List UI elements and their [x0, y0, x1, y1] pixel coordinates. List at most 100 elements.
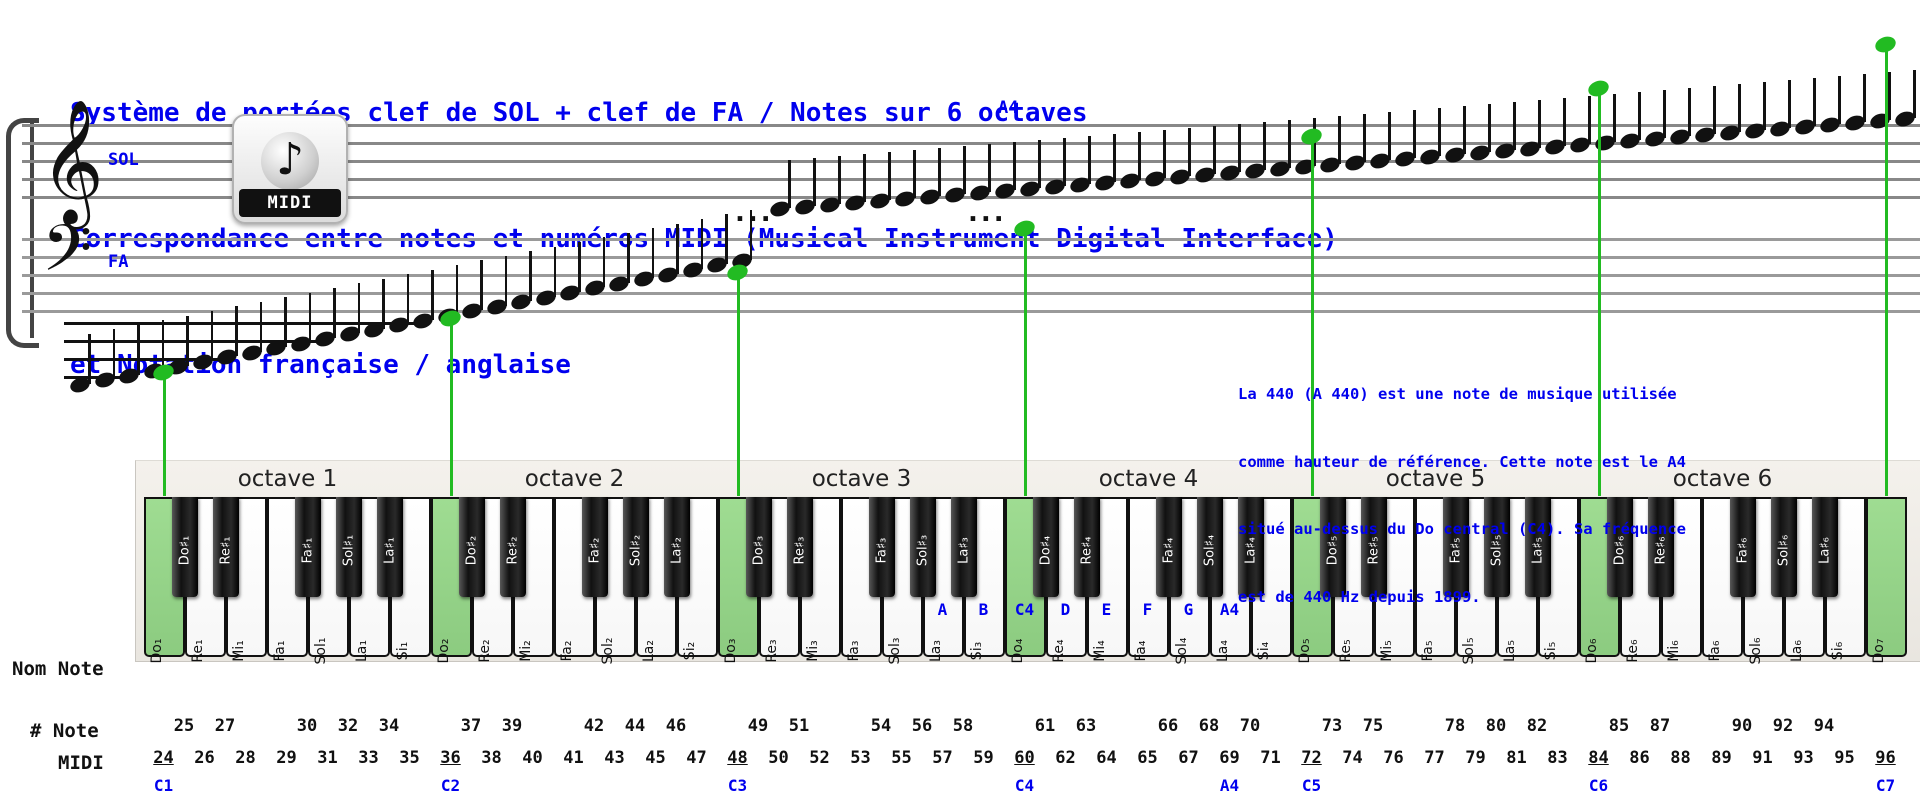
midi-note-number: 43 [604, 748, 625, 768]
white-key-label: Sol₅ [1460, 637, 1477, 665]
black-key[interactable]: Sol♯₂ [623, 497, 649, 597]
white-key-label: Mi₁ [230, 640, 247, 662]
black-key[interactable]: Do♯₃ [746, 497, 772, 597]
octave-c-marker: C3 [727, 776, 748, 795]
staff-note-stem [308, 292, 311, 343]
black-key[interactable]: La♯₂ [664, 497, 690, 597]
midi-note-number: 33 [358, 748, 379, 768]
white-key-label: Do₃ [722, 638, 739, 664]
white-key-label: Re₄ [1050, 639, 1067, 663]
staff-note-stem [161, 320, 164, 371]
black-key[interactable]: Sol♯₁ [336, 497, 362, 597]
white-key-label: Si₄ [1255, 641, 1272, 661]
octave-band-label: octave 2 [524, 466, 625, 492]
staff-note-stem [1563, 98, 1566, 146]
staff-note-stem [1913, 70, 1916, 118]
white-key-label: La₂ [640, 640, 657, 662]
white-key-label: Si₅ [1542, 641, 1559, 661]
black-key[interactable]: Fa♯₁ [295, 497, 321, 597]
sharp-note-number: 30 [296, 716, 318, 736]
midi-note-number: 59 [973, 748, 994, 768]
midi-note-number: 67 [1178, 748, 1199, 768]
black-key[interactable]: Re♯₃ [787, 497, 813, 597]
midi-note-number: 89 [1711, 748, 1732, 768]
sharp-note-number: 34 [378, 716, 400, 736]
staff-note-stem [259, 301, 262, 352]
black-key-label: La♯₆ [1817, 537, 1833, 564]
midi-note-number: 83 [1547, 748, 1568, 768]
black-key[interactable]: Fa♯₆ [1730, 497, 1756, 597]
staff-note-stem [1263, 122, 1266, 170]
black-key[interactable]: Sol♯₄ [1197, 497, 1223, 597]
black-key-label: La♯₁ [382, 537, 398, 564]
staff-note-stem [1763, 82, 1766, 130]
staff-note-stem [1138, 132, 1141, 180]
white-key[interactable]: Do₇ [1866, 497, 1907, 663]
nom-note-row-label: Nom Note [12, 658, 104, 680]
black-key[interactable]: Re♯₂ [500, 497, 526, 597]
staff-note-stem [1113, 134, 1116, 182]
black-key[interactable]: Sol♯₆ [1771, 497, 1797, 597]
white-key-label: Sol₆ [1747, 637, 1764, 665]
black-key[interactable]: Fa♯₂ [582, 497, 608, 597]
sharp-note-number: 90 [1731, 716, 1753, 736]
ellipsis-left: ... [735, 198, 774, 228]
staff-note-stem [888, 152, 891, 200]
white-key-label: Sol₁ [312, 637, 329, 665]
staff-note-stem [602, 237, 605, 288]
midi-row-label: MIDI [58, 752, 104, 774]
english-note-label: E [1101, 600, 1112, 619]
bass-staff-line [22, 274, 1920, 277]
staff-note-stem [813, 158, 816, 206]
black-key[interactable]: La♯₃ [951, 497, 977, 597]
staff-note-stem [1838, 76, 1841, 124]
staff-note-stem [749, 209, 752, 260]
staff-note-stem [1738, 84, 1741, 132]
a4-staff-label: A4 [998, 98, 1019, 118]
black-key[interactable]: La♯₆ [1812, 497, 1838, 597]
sharp-note-number: 54 [870, 716, 892, 736]
black-key[interactable]: Do♯₁ [172, 497, 198, 597]
black-key-label: La♯₃ [956, 537, 972, 564]
midi-note-number: 60 [1014, 748, 1035, 768]
octave-c-marker: C1 [153, 776, 174, 795]
white-key-label: La₄ [1214, 640, 1231, 662]
sharp-note-number: 32 [337, 716, 359, 736]
ellipsis-right: ... [968, 198, 1007, 228]
white-key-label: Si₆ [1829, 641, 1846, 661]
black-key[interactable]: Do♯₂ [459, 497, 485, 597]
black-key[interactable]: Re♯₁ [213, 497, 239, 597]
black-key-label: Sol♯₂ [628, 534, 644, 567]
staff-note-stem [357, 283, 360, 334]
octave-band-label: octave 1 [237, 466, 338, 492]
midi-note-number: 65 [1137, 748, 1158, 768]
black-key[interactable]: Re♯₄ [1074, 497, 1100, 597]
white-key-label: Do₄ [1009, 638, 1026, 664]
staff-note-stem [1088, 136, 1091, 184]
black-key[interactable]: Fa♯₄ [1156, 497, 1182, 597]
sharp-note-number: 78 [1444, 716, 1466, 736]
staff-note-stem [455, 265, 458, 315]
midi-note-number: 62 [1055, 748, 1076, 768]
white-key-label: Fa₆ [1706, 640, 1723, 662]
black-key[interactable]: Fa♯₃ [869, 497, 895, 597]
sharp-note-number: 27 [214, 716, 236, 736]
midi-note-number: 74 [1342, 748, 1363, 768]
bass-clef-icon: 𝄢 [42, 212, 93, 302]
midi-note-number: 50 [768, 748, 789, 768]
staff-note-stem [963, 146, 966, 194]
black-key[interactable]: Sol♯₃ [910, 497, 936, 597]
white-key-label: La₅ [1501, 640, 1518, 662]
midi-note-number: 84 [1588, 748, 1609, 768]
english-note-label: F [1142, 600, 1153, 619]
english-note-label: G [1183, 600, 1194, 619]
white-key-label: Sol₂ [599, 637, 616, 665]
black-key-label: Sol♯₃ [915, 534, 931, 567]
sharp-note-number: 68 [1198, 716, 1220, 736]
black-key[interactable]: Do♯₄ [1033, 497, 1059, 597]
staff-note-stem [1588, 96, 1591, 144]
sharp-note-number: 58 [952, 716, 974, 736]
c-connector-line [736, 272, 740, 496]
black-key[interactable]: La♯₁ [377, 497, 403, 597]
staff-brace [6, 118, 39, 348]
